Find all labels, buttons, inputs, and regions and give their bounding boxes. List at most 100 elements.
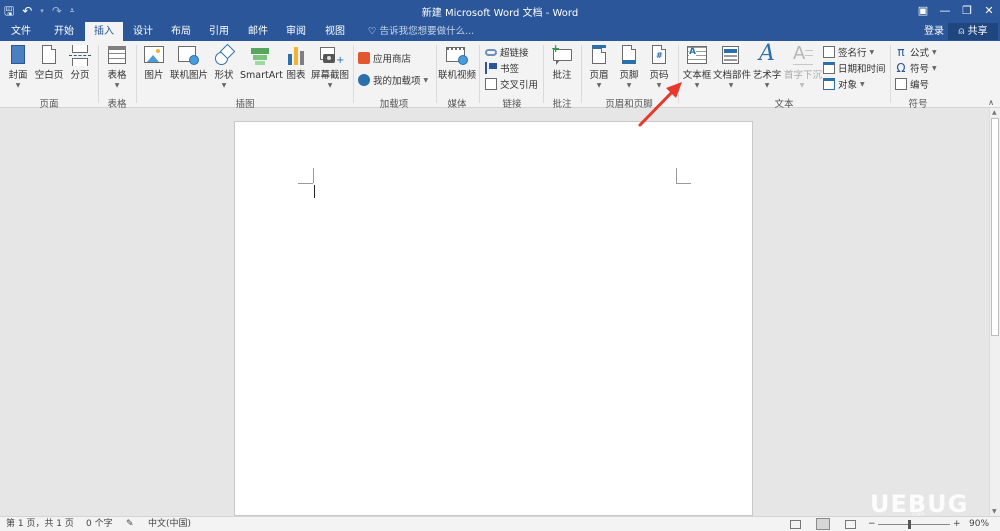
- proofing-icon[interactable]: ✎: [126, 519, 134, 530]
- read-mode-icon[interactable]: [790, 520, 801, 529]
- date-time-button[interactable]: 日期和时间: [823, 60, 886, 76]
- window-controls: ▣ — ❐ ✕: [912, 0, 1000, 22]
- dropdown-arrow-icon: ▼: [221, 82, 227, 89]
- group-separator: [98, 45, 99, 103]
- cross-reference-icon: [485, 78, 497, 90]
- dropdown-arrow-icon: ▼: [799, 82, 805, 89]
- blank-page-icon: [42, 45, 56, 64]
- scrollbar-thumb[interactable]: [991, 118, 999, 336]
- dropdown-arrow-icon: ▼: [694, 82, 700, 89]
- cross-reference-button[interactable]: 交叉引用: [485, 76, 538, 92]
- print-layout-icon[interactable]: [816, 518, 830, 530]
- group-separator: [353, 45, 354, 103]
- dropdown-arrow-icon: ▼: [423, 76, 429, 84]
- new-comment-button[interactable]: + 批注: [548, 43, 576, 82]
- tab-view[interactable]: 视图: [316, 22, 354, 41]
- title-bar: 🖫 ↶ ▾ ↷ ⩡ 新建 Microsoft Word 文档 - Word ▣ …: [0, 0, 1000, 22]
- online-video-button[interactable]: 联机视频: [438, 44, 476, 82]
- signature-line-button[interactable]: 签名行 ▼: [823, 44, 874, 60]
- calendar-clock-icon: [823, 62, 835, 74]
- tab-design[interactable]: 设计: [124, 22, 162, 41]
- screenshot-button[interactable]: + 屏幕截图 ▼: [310, 44, 350, 90]
- language-status[interactable]: 中文(中国): [148, 519, 191, 530]
- tab-file[interactable]: 文件: [2, 22, 40, 41]
- drop-cap-button[interactable]: A 首字下沉 ▼: [784, 44, 822, 90]
- dropdown-arrow-icon: ▼: [15, 82, 21, 89]
- zoom-out-button[interactable]: −: [868, 519, 876, 530]
- tell-me-placeholder: 告诉我您想要做什么...: [379, 26, 475, 37]
- shapes-button[interactable]: 形状 ▼: [211, 43, 237, 90]
- sign-in-link[interactable]: 登录: [924, 22, 944, 41]
- tab-insert[interactable]: 插入: [85, 22, 123, 41]
- ribbon-display-options-icon[interactable]: ▣: [912, 0, 934, 22]
- dropdown-arrow-icon: ▼: [596, 82, 602, 89]
- chart-button[interactable]: 图表: [284, 44, 308, 82]
- restore-button[interactable]: ❐: [956, 0, 978, 22]
- group-separator: [136, 45, 137, 103]
- top-left-margin-mark-vertical: [313, 168, 314, 183]
- header-icon: [592, 45, 606, 64]
- close-button[interactable]: ✕: [978, 0, 1000, 22]
- hyperlink-button[interactable]: 超链接: [485, 44, 529, 60]
- document-page[interactable]: [234, 121, 753, 516]
- tab-home[interactable]: 开始: [44, 22, 84, 41]
- signature-pen-icon: [823, 46, 835, 58]
- scroll-up-icon[interactable]: ▲: [992, 109, 997, 116]
- dropdown-arrow-icon: ▼: [327, 82, 333, 89]
- tab-references[interactable]: 引用: [200, 22, 238, 41]
- object-button[interactable]: 对象 ▼: [823, 76, 865, 92]
- text-box-icon: A: [686, 44, 708, 68]
- chart-icon: [285, 44, 307, 68]
- zoom-in-button[interactable]: +: [953, 519, 961, 530]
- my-addins-button[interactable]: 我的加载项 ▼: [358, 72, 428, 88]
- quick-parts-button[interactable]: 文档部件 ▼: [713, 44, 751, 90]
- web-layout-icon[interactable]: [845, 520, 856, 529]
- minimize-button[interactable]: —: [934, 0, 956, 22]
- collapse-ribbon-icon[interactable]: ∧: [988, 98, 994, 107]
- bookmark-button[interactable]: 书签: [485, 60, 519, 76]
- page-number-icon: #: [652, 45, 666, 64]
- text-box-button[interactable]: A 文本框 ▼: [682, 44, 712, 90]
- header-button[interactable]: 页眉 ▼: [586, 44, 612, 90]
- top-left-margin-mark: [298, 183, 313, 184]
- footer-icon: [622, 45, 636, 64]
- person-icon: ⍝: [958, 26, 965, 37]
- numbering-button[interactable]: 编号: [895, 76, 929, 92]
- equation-button[interactable]: π 公式 ▼: [895, 44, 937, 60]
- group-separator: [890, 45, 891, 103]
- vertical-scrollbar[interactable]: ▲ ▼: [989, 108, 1000, 516]
- dropdown-arrow-icon: ▼: [932, 48, 937, 56]
- tell-me-search[interactable]: ♡ 告诉我您想要做什么...: [368, 22, 474, 41]
- shapes-icon: [213, 43, 236, 68]
- cover-page-button[interactable]: 封面 ▼: [4, 44, 32, 90]
- page-count-status[interactable]: 第 1 页，共 1 页: [6, 519, 74, 530]
- online-video-icon: [446, 44, 468, 68]
- page-break-button[interactable]: 分页: [66, 44, 94, 82]
- word-count-status[interactable]: 0 个字: [86, 519, 113, 530]
- dropdown-arrow-icon: ▼: [764, 82, 770, 89]
- share-button[interactable]: ⍝ 共享: [948, 23, 998, 40]
- table-button[interactable]: 表格 ▼: [103, 44, 131, 90]
- zoom-slider[interactable]: [878, 524, 950, 525]
- link-chain-icon: [485, 48, 497, 56]
- group-separator: [436, 45, 437, 103]
- wordart-button[interactable]: A 艺术字 ▼: [751, 42, 783, 90]
- dropdown-arrow-icon: ▼: [114, 82, 120, 89]
- pi-icon: π: [897, 45, 905, 59]
- online-picture-icon: [177, 44, 199, 68]
- zoom-level[interactable]: 90%: [969, 519, 989, 530]
- tab-mailings[interactable]: 邮件: [239, 22, 277, 41]
- blank-page-button[interactable]: 空白页: [33, 44, 65, 82]
- tab-review[interactable]: 审阅: [277, 22, 315, 41]
- store-button[interactable]: 应用商店: [358, 50, 411, 66]
- numbering-icon: [895, 78, 907, 90]
- tab-layout[interactable]: 布局: [162, 22, 200, 41]
- smartart-button[interactable]: SmartArt: [240, 44, 283, 82]
- pictures-button[interactable]: 图片: [141, 44, 167, 82]
- scroll-down-icon[interactable]: ▼: [992, 508, 997, 515]
- flag-icon: [485, 62, 497, 74]
- symbol-button[interactable]: Ω 符号 ▼: [895, 60, 936, 76]
- online-pictures-button[interactable]: 联机图片: [170, 44, 208, 82]
- zoom-slider-thumb[interactable]: [908, 520, 911, 529]
- cover-page-icon: [11, 45, 25, 64]
